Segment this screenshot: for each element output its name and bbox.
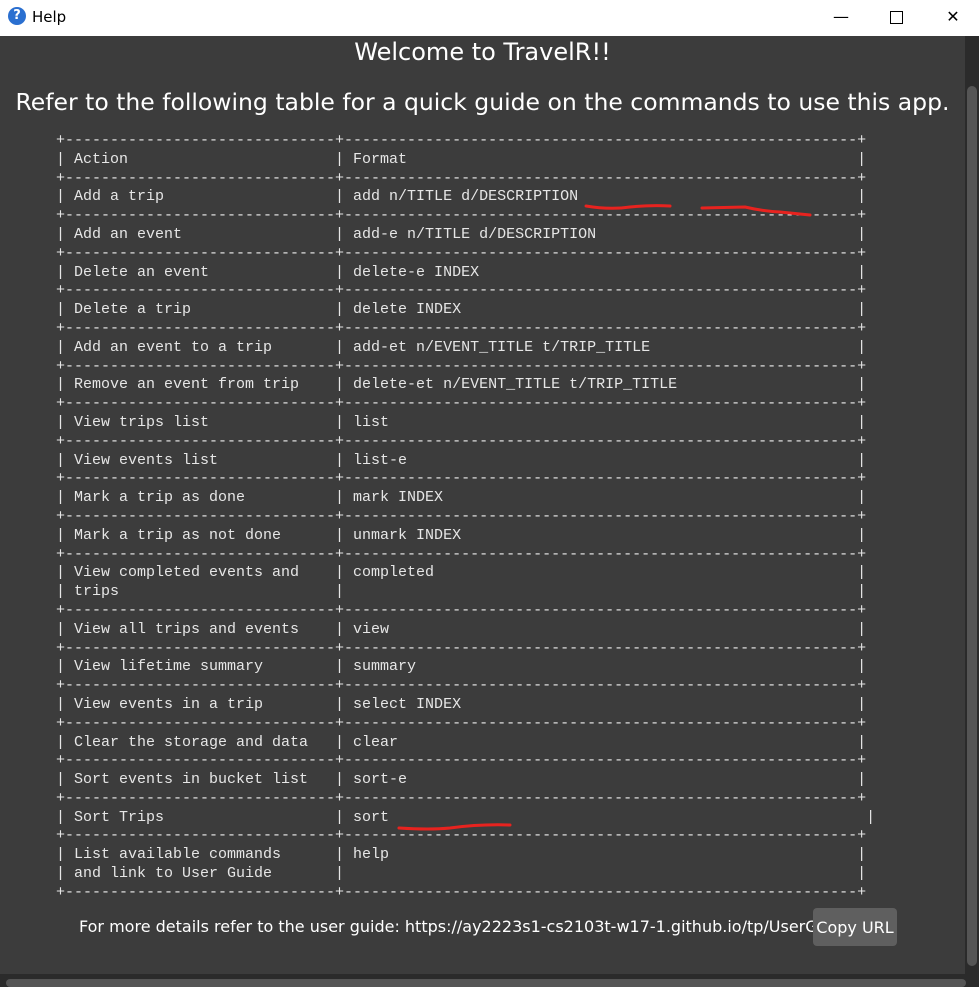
copy-url-button[interactable]: Copy URL: [813, 908, 897, 946]
annotation-stroke: [397, 823, 512, 831]
horizontal-scroll-thumb[interactable]: [6, 979, 966, 987]
annotation-stroke: [584, 204, 672, 210]
vertical-scroll-thumb[interactable]: [967, 86, 977, 966]
user-guide-text: For more details refer to the user guide…: [79, 917, 894, 936]
annotation-stroke: [700, 205, 812, 217]
handwritten-annotations: [397, 204, 812, 831]
